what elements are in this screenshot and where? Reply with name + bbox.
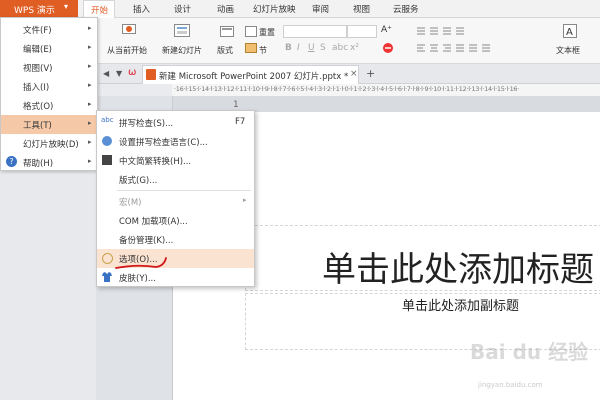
ruler-ticks: ·16·l·15·l·14·l·13·l·12·l·11·l·10·l·9·l·… [174,85,520,93]
menu-item-format[interactable]: 格式(O) ▸ [1,96,97,115]
menu-item-chinese-conversion[interactable]: 中文简繁转换(H)... [97,151,254,170]
tab-scroll-left-icon[interactable]: ◀ [103,69,109,78]
clear-format-icon[interactable] [381,42,395,54]
wps-app-menu-button[interactable]: WPS 演示 ▾ [0,0,78,17]
reset-button[interactable]: 重置 [259,27,275,38]
section-icon [245,43,257,53]
shadow-icon[interactable]: S [320,43,326,53]
menu-item-label: 格式(O) [23,102,54,112]
chevron-right-icon: ▸ [88,62,92,70]
bold-icon[interactable]: B [285,43,292,53]
close-tab-icon[interactable]: × [350,69,358,79]
menu-separator [117,190,251,191]
chinese-conversion-icon [102,155,112,165]
menu-item-file[interactable]: 文件(F) ▸ [1,20,97,39]
menu-item-tools[interactable]: 工具(T) ▸ [1,115,97,134]
document-tab[interactable]: 新建 Microsoft PowerPoint 2007 幻灯片.pptx * [142,65,359,84]
tab-review[interactable]: 审阅 [312,3,329,15]
menu-item-label: 视图(V) [23,64,53,74]
menu-item-view[interactable]: 视图(V) ▸ [1,58,97,77]
new-slide-button[interactable]: 新建幻灯片 [162,45,202,56]
tab-slideshow[interactable]: 幻灯片放映 [253,3,296,15]
chevron-down-icon: ▾ [64,2,69,11]
menu-item-help[interactable]: ? 帮助(H) ▸ [1,153,97,172]
italic-icon[interactable]: I [297,43,300,53]
menu-item-layout[interactable]: 版式(G)... [97,170,254,189]
baidu-watermark: Bai du 经验 [470,340,589,364]
strikethrough-icon[interactable]: abc [332,43,348,53]
font-size-combo[interactable] [347,25,377,38]
shortcut-label: F7 [235,117,246,127]
textbox-button[interactable]: 文本框 [556,45,580,56]
font-name-combo[interactable] [283,25,347,38]
tab-animation[interactable]: 动画 [217,3,234,15]
menu-item-label: 皮肤(Y)... [119,274,156,284]
title-placeholder-text: 单击此处添加标题 [322,250,594,290]
chevron-right-icon: ▸ [88,100,92,108]
menu-item-backup-manager[interactable]: 备份管理(K)... [97,230,254,249]
chevron-right-icon: ▸ [88,138,92,146]
reset-icon [245,26,257,37]
tab-insert[interactable]: 插入 [133,3,150,15]
menu-item-macro: 宏(M) ▸ [97,192,254,211]
menu-item-label: 文件(F) [23,26,52,36]
list-icons[interactable] [416,25,466,37]
menu-item-edit[interactable]: 编辑(E) ▸ [1,39,97,58]
paragraph-align-icons[interactable] [416,42,516,54]
menu-item-com-addins[interactable]: COM 加载项(A)... [97,211,254,230]
tab-list-dropdown-icon[interactable]: ▼ [116,69,122,78]
spell-check-icon: abc [101,116,114,124]
menu-item-label: COM 加载项(A)... [119,217,188,227]
menu-item-label: 幻灯片放映(D) [23,140,79,150]
menu-item-label: 备份管理(K)... [119,236,174,246]
wps-home-icon[interactable]: ω [128,67,136,78]
add-tab-icon[interactable]: + [366,67,375,80]
chevron-right-icon: ▸ [88,157,92,165]
textbox-icon: A [563,24,577,38]
app-name: WPS 演示 [14,6,55,16]
red-underline-annotation [115,257,167,269]
baidu-watermark-url: jingyan.baidu.com [478,381,543,389]
chevron-right-icon: ▸ [88,119,92,127]
menu-item-label: 中文简繁转换(H)... [119,157,192,167]
menu-item-spell-check[interactable]: abc 拼写检查(S)... F7 [97,113,254,132]
chevron-right-icon: ▸ [88,24,92,32]
subtitle-placeholder-text: 单击此处添加副标题 [402,299,520,314]
section-button[interactable]: 节 [259,45,267,56]
language-globe-icon [102,136,112,146]
tab-cloud[interactable]: 云服务 [393,3,419,15]
menu-item-label: 宏(M) [119,198,142,208]
tab-design[interactable]: 设计 [174,3,191,15]
font-grow-icon[interactable]: A⁺ [381,25,392,35]
menu-item-label: 拼写检查(S)... [119,119,174,129]
underline-icon[interactable]: U [308,43,315,53]
svg-text:A: A [566,27,573,38]
menu-item-label: 工具(T) [23,121,52,131]
menu-item-label: 版式(G)... [119,176,158,186]
wps-main-menu: 文件(F) ▸ 编辑(E) ▸ 视图(V) ▸ 插入(I) ▸ 格式(O) ▸ 工具(T)… [0,17,98,171]
menu-item-insert[interactable]: 插入(I) ▸ [1,77,97,96]
slide-number: 1 [233,100,239,110]
superscript-icon[interactable]: x² [350,43,359,53]
help-icon: ? [6,156,17,167]
ppt-file-icon [146,69,156,80]
layout-button[interactable]: 版式 [217,45,233,56]
tab-view[interactable]: 视图 [353,3,370,15]
menu-item-label: 设置拼写检查语言(C)... [119,138,208,148]
chevron-right-icon: ▸ [88,43,92,51]
menu-item-label: 帮助(H) [23,159,54,169]
play-from-current-icon [122,24,136,36]
from-current-button[interactable]: 从当前开始 [107,45,147,56]
menu-item-label: 插入(I) [23,83,50,93]
menu-item-slideshow[interactable]: 幻灯片放映(D) ▸ [1,134,97,153]
skin-shirt-icon [101,271,113,283]
menu-item-spell-language[interactable]: 设置拼写检查语言(C)... [97,132,254,151]
document-title: 新建 Microsoft PowerPoint 2007 幻灯片.pptx * [159,72,349,82]
chevron-right-icon: ▸ [243,196,247,204]
menu-item-label: 编辑(E) [23,45,53,55]
new-slide-icon [174,24,190,37]
chevron-right-icon: ▸ [88,81,92,89]
tab-label: 开始 [91,6,109,16]
layout-icon [220,26,234,37]
